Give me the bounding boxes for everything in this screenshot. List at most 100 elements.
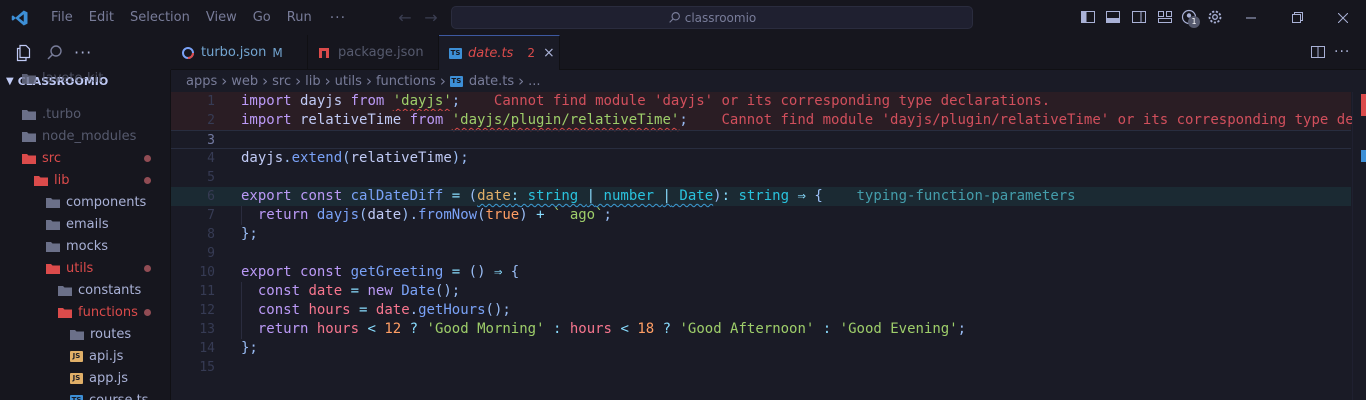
code-line[interactable]: 15 <box>171 358 1351 377</box>
tree-item-label: app.js <box>89 370 128 386</box>
code-line[interactable]: 3 <box>171 130 1351 149</box>
restore-button[interactable] <box>1274 0 1320 35</box>
code-line[interactable]: 9 <box>171 244 1351 263</box>
breadcrumb-item[interactable]: web <box>231 74 258 89</box>
code-line[interactable]: 10 export const getGreeting = () ⇒ { <box>171 263 1351 282</box>
code-token: dayjs <box>316 207 360 223</box>
tree-item--turbo[interactable]: .turbo <box>0 103 170 125</box>
menu-file[interactable]: File <box>43 0 81 35</box>
tree-item-constants[interactable]: constants <box>0 279 170 301</box>
toggle-secondary-sidebar-icon[interactable] <box>1131 9 1147 25</box>
tree-item-utils[interactable]: utils <box>0 257 170 279</box>
code-token: new <box>367 283 393 299</box>
forward-arrow-icon[interactable]: → <box>418 8 444 27</box>
breadcrumb-item[interactable]: ... <box>528 74 540 89</box>
menu-more-button[interactable]: ··· <box>320 10 356 26</box>
code-token: < <box>367 321 376 337</box>
menu-go[interactable]: Go <box>245 0 279 35</box>
command-center-search[interactable]: classroomio <box>451 6 973 29</box>
code-token: export <box>241 264 292 280</box>
code-line[interactable]: 11 const date = new Date(); <box>171 282 1351 301</box>
code-token: true <box>485 207 520 223</box>
error-marker <box>1361 94 1366 116</box>
breadcrumb-item[interactable]: lib <box>305 74 320 89</box>
code-line[interactable]: 5 <box>171 168 1351 187</box>
menu-view[interactable]: View <box>198 0 245 35</box>
search-icon[interactable] <box>46 44 64 62</box>
title-bar: File Edit Selection View Go Run ··· ← → class… <box>0 0 1366 35</box>
npm-icon <box>319 47 329 58</box>
tree-item-emails[interactable]: emails <box>0 213 170 235</box>
tree-item-app-js[interactable]: JS app.js <box>0 367 170 389</box>
tree-item-lib[interactable]: lib <box>0 169 170 191</box>
breadcrumb-item[interactable]: functions <box>376 74 436 89</box>
line-number: 5 <box>207 170 215 185</box>
tree-item-mocks[interactable]: mocks <box>0 235 170 257</box>
code-line[interactable]: 2 import relativeTime from 'dayjs/plugin/… <box>171 111 1366 130</box>
code-line[interactable]: 13 return hours < 12 ? 'Good Morning' : … <box>171 320 1351 339</box>
line-number: 6 <box>207 189 215 204</box>
explorer-files-icon[interactable] <box>15 44 33 62</box>
tree-item-functions[interactable]: functions <box>0 301 170 323</box>
tree-item-components[interactable]: components <box>0 191 170 213</box>
customize-layout-icon[interactable] <box>1157 9 1173 25</box>
tree-item-api-js[interactable]: JS api.js <box>0 345 170 367</box>
code-line[interactable]: 7 return dayjs(date).fromNow(true) + ` a… <box>171 206 1351 225</box>
code-line[interactable]: 8}; <box>171 225 1351 244</box>
toggle-primary-sidebar-icon[interactable] <box>1080 9 1096 25</box>
tree-item-course-ts[interactable]: TS course.ts <box>0 389 170 400</box>
code-line[interactable]: 12 const hours = date.getHours(); <box>171 301 1351 320</box>
breadcrumb-item[interactable]: utils <box>335 74 362 89</box>
turbo-icon <box>182 46 194 59</box>
menu-run[interactable]: Run <box>279 0 320 35</box>
settings-gear-icon[interactable] <box>1207 9 1223 25</box>
minimize-button[interactable] <box>1228 0 1274 35</box>
more-actions-icon[interactable]: ··· <box>74 43 92 62</box>
chevron-right-icon: › <box>365 72 372 90</box>
tree-item-routes[interactable]: routes <box>0 323 170 345</box>
code-text: }; <box>241 225 258 244</box>
menu-edit[interactable]: Edit <box>81 0 122 35</box>
more-actions-icon[interactable]: ··· <box>1334 44 1350 60</box>
code-token: 'Good Afternoon' <box>679 321 815 337</box>
code-editor[interactable]: 1 import dayjs from 'dayjs'; Cannot find … <box>171 92 1366 400</box>
tree-item-lavete-kit[interactable]: lavete-kit <box>0 70 170 89</box>
toggle-panel-icon[interactable] <box>1105 9 1121 25</box>
breadcrumb-item[interactable]: src <box>272 74 291 89</box>
tab-package-json[interactable]: package.json <box>308 35 439 70</box>
breadcrumb-item[interactable]: apps <box>186 74 217 89</box>
code-line[interactable]: 4 dayjs.extend(relativeTime); <box>171 149 1351 168</box>
tree-item-node-modules[interactable]: node_modules <box>0 125 170 147</box>
line-number: 13 <box>199 322 215 337</box>
code-token: ) <box>519 207 528 223</box>
code-line[interactable]: 6 export const calDateDiff = (date: strin… <box>171 187 1351 206</box>
code-token: return <box>241 321 309 337</box>
code-token: ( <box>477 207 486 223</box>
split-editor-icon[interactable] <box>1310 44 1326 60</box>
code-line[interactable]: 1 import dayjs from 'dayjs'; Cannot find … <box>171 92 1351 111</box>
code-token: | <box>586 188 596 204</box>
code-token: 'Good Morning' <box>426 321 545 337</box>
menu-selection[interactable]: Selection <box>122 0 198 35</box>
code-line[interactable]: 14}; <box>171 339 1351 358</box>
accounts-icon[interactable]: 1 <box>1181 9 1200 28</box>
tab-date-ts[interactable]: TS date.ts 2 × <box>439 35 560 70</box>
search-icon <box>668 12 680 23</box>
breadcrumb-item[interactable]: date.ts <box>469 74 514 89</box>
tree-item-src[interactable]: src <box>0 147 170 169</box>
code-token: = <box>350 283 360 299</box>
tab-turbo-json[interactable]: turbo.json M <box>171 35 308 70</box>
tree-item-label: lib <box>54 172 70 188</box>
editor-scrollbar[interactable] <box>1352 92 1366 400</box>
close-window-button[interactable] <box>1320 0 1366 35</box>
sidebar-header: ··· <box>0 35 171 70</box>
close-tab-icon[interactable]: × <box>543 45 555 61</box>
code-token: import <box>241 112 292 128</box>
code-token: const <box>241 302 301 318</box>
modified-dot <box>144 176 151 184</box>
back-arrow-icon[interactable]: ← <box>392 8 418 27</box>
tree-item-label: utils <box>66 260 94 276</box>
